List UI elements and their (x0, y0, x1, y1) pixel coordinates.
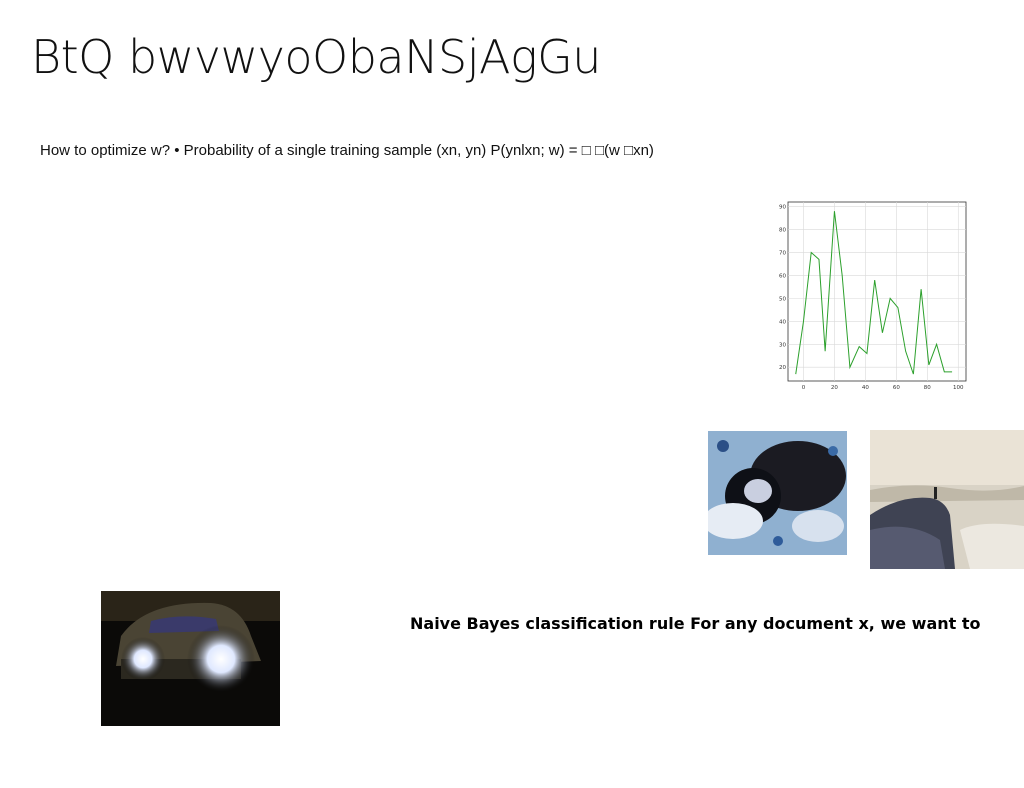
y-tick-label: 80 (779, 228, 786, 234)
y-tick-label: 90 (779, 205, 786, 211)
photo-rocky-coast (870, 430, 1024, 569)
y-tick-label: 20 (779, 365, 786, 371)
x-tick-label: 60 (893, 385, 900, 391)
y-tick-label: 30 (779, 342, 786, 348)
x-tick-label: 100 (953, 385, 964, 391)
photo-person-lying (708, 431, 847, 555)
body-text: How to optimize w? • Probability of a si… (40, 142, 654, 159)
y-tick-label: 40 (779, 319, 786, 325)
caption-text: Naive Bayes classification rule For any … (410, 614, 981, 633)
y-tick-label: 60 (779, 273, 786, 279)
x-tick-label: 0 (802, 385, 806, 391)
y-tick-label: 70 (779, 250, 786, 256)
x-tick-label: 40 (862, 385, 869, 391)
y-tick-label: 50 (779, 296, 786, 302)
slide-title: BtQ bwvwyoObaNSjAgGu (31, 30, 601, 84)
line-chart: 0 20 40 60 80 100 20 30 40 50 60 70 80 90 (779, 201, 967, 391)
photo-car-headlights (101, 591, 280, 726)
x-tick-label: 20 (831, 385, 838, 391)
x-tick-label: 80 (924, 385, 931, 391)
